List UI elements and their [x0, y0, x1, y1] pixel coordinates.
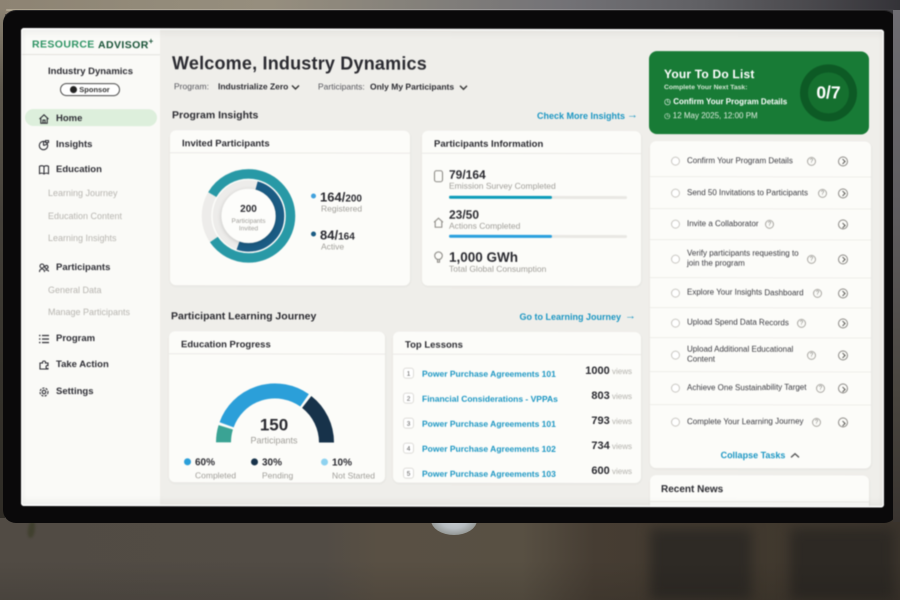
- svg-text:Invited: Invited: [239, 225, 259, 232]
- svg-text:Participants: Participants: [232, 217, 267, 224]
- svg-text:200: 200: [240, 203, 257, 214]
